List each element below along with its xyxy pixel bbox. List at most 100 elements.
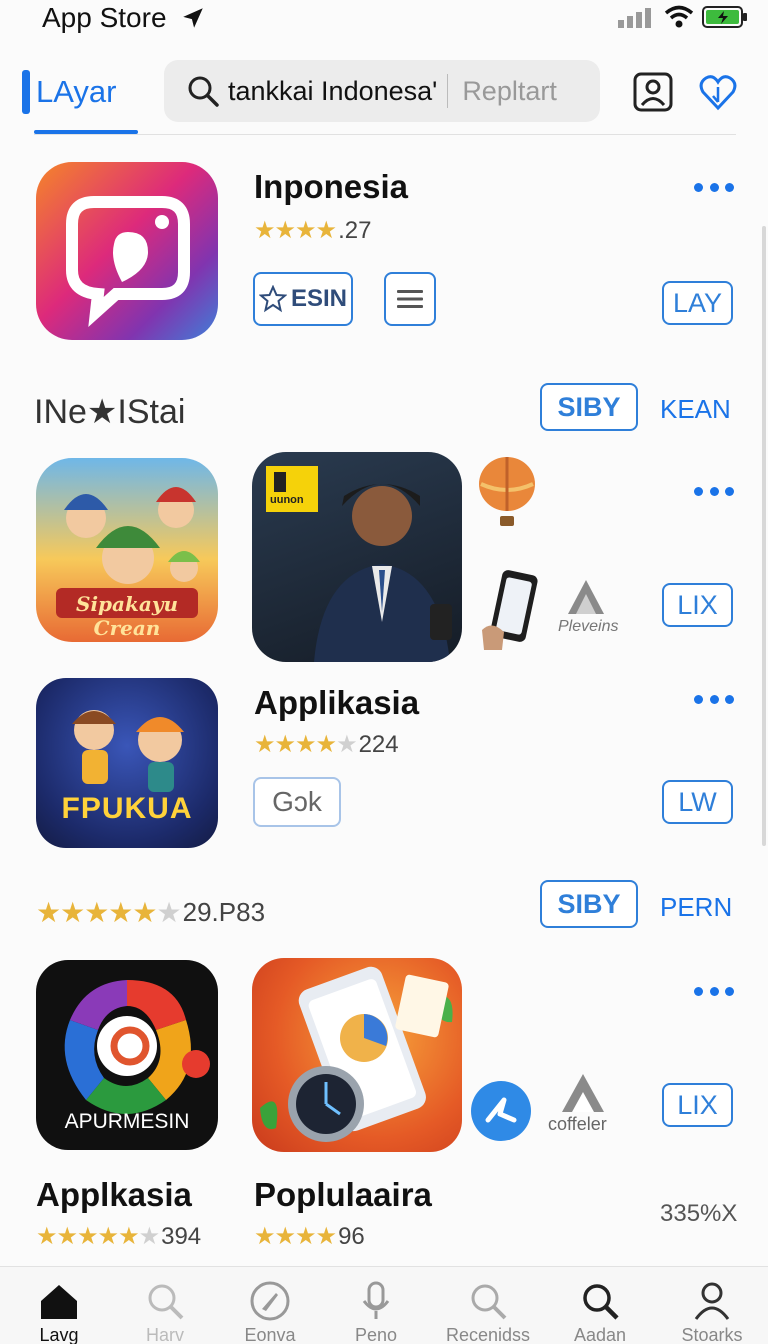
- section2-action-button[interactable]: SIBY: [540, 880, 638, 928]
- featured-app-title[interactable]: Inponesia: [254, 168, 408, 206]
- tab-label: Peno: [354, 1325, 398, 1344]
- star-rating-icon: ★★★★★★: [36, 897, 182, 928]
- star-rating-icon: ★★★★: [254, 217, 337, 244]
- section2-rating: ★★★★★★ 29.P83: [36, 896, 265, 929]
- brand-logo-icon: [568, 580, 604, 614]
- microphone-icon: [362, 1281, 390, 1319]
- featured-chip-label: ESIN: [290, 285, 347, 312]
- app2-rating-value: 224: [358, 730, 399, 758]
- game-app-icon[interactable]: Sipakayu Crean: [36, 458, 218, 642]
- tab-today[interactable]: Lavg: [11, 1279, 107, 1344]
- section-action-button[interactable]: SIBY: [540, 383, 638, 431]
- section2-rating-value: 29.P83: [182, 897, 266, 927]
- wifi-icon: [664, 5, 694, 28]
- menu-lines-icon: [397, 290, 423, 308]
- home-icon: [41, 1285, 77, 1319]
- game-tile-text: Sipakayu Crean: [76, 592, 178, 640]
- search-icon: [583, 1284, 619, 1320]
- search-divider: [447, 74, 449, 108]
- featured-more-button[interactable]: [694, 180, 734, 194]
- brand-logo-text: Pleveins: [558, 618, 619, 635]
- tab-podcasts[interactable]: Peno: [328, 1279, 424, 1344]
- navigation-app-icon: [471, 1081, 531, 1141]
- search-input[interactable]: tankkai Indonesa': [228, 76, 437, 107]
- tab-label: Eonva: [244, 1325, 296, 1344]
- cellular-signal-icon: [618, 8, 651, 28]
- phone-and-watch-image: [260, 966, 453, 1142]
- tab-recent[interactable]: Recenidss: [440, 1279, 536, 1344]
- favorites-heart-icon[interactable]: [698, 72, 738, 112]
- section-title: INe★IStai: [34, 393, 186, 431]
- location-arrow-icon: [183, 8, 203, 28]
- tab-search[interactable]: Aadan: [552, 1279, 648, 1344]
- chat-camera-icon: [66, 196, 190, 328]
- star-rating-icon: ★★★★★: [254, 731, 358, 758]
- battery-icon: [702, 6, 747, 28]
- star-rating-icon: ★★★★★★: [36, 1223, 160, 1250]
- search-icon: [471, 1284, 507, 1320]
- search-bar[interactable]: tankkai Indonesa' Repltart: [164, 60, 600, 122]
- featured-chip-button[interactable]: ESIN: [253, 272, 353, 326]
- app3-title[interactable]: Applkasia: [36, 1176, 192, 1214]
- account-icon[interactable]: [633, 72, 673, 112]
- app3-rating-value: 394: [161, 1222, 202, 1250]
- app2-rating: ★★★★★ 224: [254, 730, 399, 759]
- featured-menu-button[interactable]: [384, 272, 436, 326]
- row1-more-button[interactable]: [694, 484, 734, 498]
- app2-title[interactable]: Applikasia: [254, 684, 419, 722]
- featured-app-rating: ★★★★ .27: [254, 216, 371, 245]
- tab-layar[interactable]: LAyar: [22, 66, 116, 118]
- app2-more-button[interactable]: [694, 692, 734, 706]
- featured-app-rating-value: .27: [338, 216, 372, 244]
- app2-chip-button[interactable]: Gɔk: [253, 777, 341, 827]
- app2-icon-text: FPUKUA: [61, 792, 193, 825]
- app3-icon[interactable]: APURMESIN: [36, 960, 218, 1150]
- hot-air-balloon-icon: [479, 457, 535, 526]
- app3-rating: ★★★★★★ 394: [36, 1222, 201, 1251]
- row1-get-button[interactable]: LIX: [662, 583, 733, 627]
- media-badge-text: uunon: [270, 494, 304, 506]
- featured-app-icon[interactable]: [36, 162, 218, 340]
- star-rating-icon: ★★★★: [254, 1223, 337, 1250]
- smartphone-in-hand-icon: [482, 570, 538, 650]
- row3-more-button[interactable]: [694, 984, 734, 998]
- tab-games[interactable]: Eonva: [222, 1279, 318, 1344]
- section2-see-all-link[interactable]: PERN: [660, 892, 732, 923]
- rocket-circle-icon: [250, 1281, 290, 1321]
- tab-label: Stoarks: [681, 1325, 743, 1344]
- app4-rating: ★★★★ 96: [254, 1222, 365, 1251]
- person-icon: [694, 1282, 730, 1320]
- header-divider: [34, 134, 736, 135]
- tab-label: Harv: [145, 1325, 184, 1344]
- row3-get-button[interactable]: LIX: [662, 1083, 733, 1127]
- scrollbar-thumb[interactable]: [762, 226, 766, 846]
- star-outline-icon: [258, 285, 287, 313]
- app4-preview-image[interactable]: [252, 958, 462, 1152]
- search-action-button[interactable]: Repltart: [462, 76, 557, 107]
- tab-search-light[interactable]: Harv: [117, 1279, 213, 1344]
- bottom-tab-bar: Lavg Harv Eonva Peno Recenidss Aadan Sto…: [0, 1266, 768, 1344]
- app2-chip-label: Gɔk: [272, 786, 322, 817]
- search-icon: [148, 1284, 184, 1320]
- media-preview-image[interactable]: uunon: [252, 452, 462, 662]
- brand-logo-text-2: coffeler: [548, 1114, 607, 1134]
- presenter-image: [266, 466, 452, 662]
- row3-side-value: 335%X: [660, 1200, 738, 1227]
- section-see-all-link[interactable]: KEAN: [660, 394, 731, 425]
- app2-icon[interactable]: FPUKUA: [36, 678, 218, 848]
- tab-layar-label: LAyar: [36, 74, 117, 109]
- featured-get-button[interactable]: LAY: [662, 281, 733, 325]
- tab-label: Aadan: [573, 1325, 627, 1344]
- tab-account[interactable]: Stoarks: [664, 1279, 760, 1344]
- search-icon: [188, 76, 219, 107]
- tab-label: Recenidss: [445, 1325, 531, 1344]
- status-app-title: App Store: [42, 2, 167, 33]
- app2-get-button[interactable]: LW: [662, 780, 733, 824]
- tab-label: Lavg: [39, 1325, 79, 1344]
- app4-title[interactable]: Poplulaaira: [254, 1176, 432, 1214]
- app4-rating-value: 96: [338, 1222, 365, 1250]
- status-bar: App Store: [0, 0, 768, 40]
- brand-logo-icon: [562, 1074, 604, 1112]
- active-tab-indicator: [22, 70, 30, 114]
- app3-icon-text: APURMESIN: [64, 1110, 190, 1133]
